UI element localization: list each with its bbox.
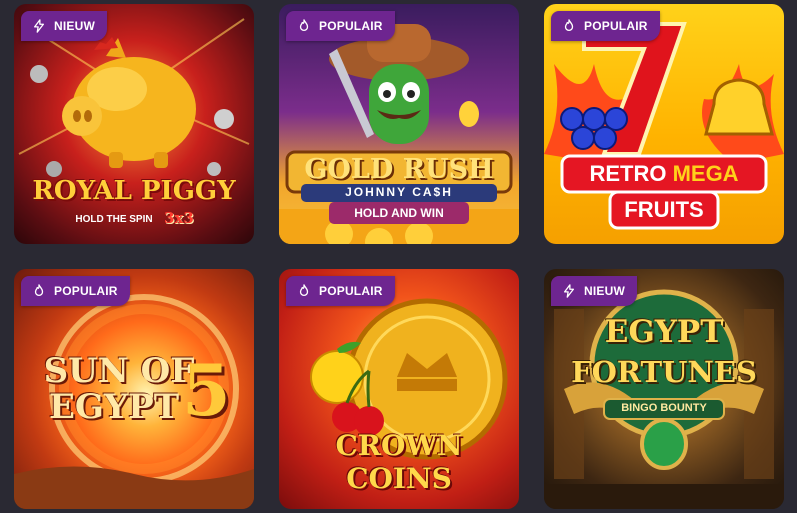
game-logo-extra: 3x3 bbox=[164, 209, 194, 227]
badge-popular: POPULAIR bbox=[21, 276, 130, 306]
game-card-royal-piggy[interactable]: ROYAL PIGGY HOLD THE SPIN 3x3 NIEUW bbox=[14, 4, 254, 244]
badge-label: POPULAIR bbox=[319, 284, 383, 298]
badge-new: NIEUW bbox=[551, 276, 637, 306]
game-logo-title: EGYPT bbox=[604, 314, 724, 350]
game-logo-title-accent: MEGA bbox=[672, 161, 739, 186]
badge-label: NIEUW bbox=[584, 284, 625, 298]
game-grid: ROYAL PIGGY HOLD THE SPIN 3x3 NIEUW GOLD… bbox=[0, 0, 797, 513]
badge-label: POPULAIR bbox=[319, 19, 383, 33]
flame-icon bbox=[561, 18, 577, 34]
game-card-gold-rush[interactable]: GOLD RUSH JOHNNY CA$H HOLD AND WIN POPUL… bbox=[279, 4, 519, 244]
game-card-sun-of-egypt-5[interactable]: SUN OF EGYPT 5 POPULAIR bbox=[14, 269, 254, 509]
badge-popular: POPULAIR bbox=[551, 11, 660, 41]
game-logo-subtitle: BINGO BOUNTY bbox=[621, 402, 707, 414]
game-logo-line2: FRUITS bbox=[624, 197, 704, 222]
badge-label: POPULAIR bbox=[584, 19, 648, 33]
badge-popular: POPULAIR bbox=[286, 11, 395, 41]
game-card-crown-coins[interactable]: CROWN COINS POPULAIR bbox=[279, 269, 519, 509]
game-card-retro-mega-fruits[interactable]: RETRO MEGA FRUITS POPULAIR bbox=[544, 4, 784, 244]
badge-popular: POPULAIR bbox=[286, 276, 395, 306]
badge-label: POPULAIR bbox=[54, 284, 118, 298]
game-logo-title: GOLD RUSH bbox=[304, 154, 494, 185]
game-card-egypt-fortunes[interactable]: EGYPT FORTUNES BINGO BOUNTY NIEUW bbox=[544, 269, 784, 509]
flame-icon bbox=[31, 283, 47, 299]
flame-icon bbox=[296, 18, 312, 34]
game-logo-line2: FORTUNES bbox=[571, 355, 757, 389]
game-logo-title: CROWN COINS bbox=[335, 429, 463, 495]
game-logo-subtitle: HOLD AND WIN bbox=[354, 206, 444, 220]
badge-label: NIEUW bbox=[54, 19, 95, 33]
game-logo-title: ROYAL PIGGY bbox=[32, 176, 236, 206]
game-logo-extra: 5 bbox=[182, 349, 231, 432]
game-logo-subtitle: HOLD THE SPIN bbox=[75, 214, 153, 225]
game-logo-line2: JOHNNY CA$H bbox=[345, 185, 453, 199]
lightning-icon bbox=[561, 283, 577, 299]
lightning-icon bbox=[31, 18, 47, 34]
flame-icon bbox=[296, 283, 312, 299]
game-logo-title: RETRO bbox=[589, 161, 667, 186]
badge-new: NIEUW bbox=[21, 11, 107, 41]
